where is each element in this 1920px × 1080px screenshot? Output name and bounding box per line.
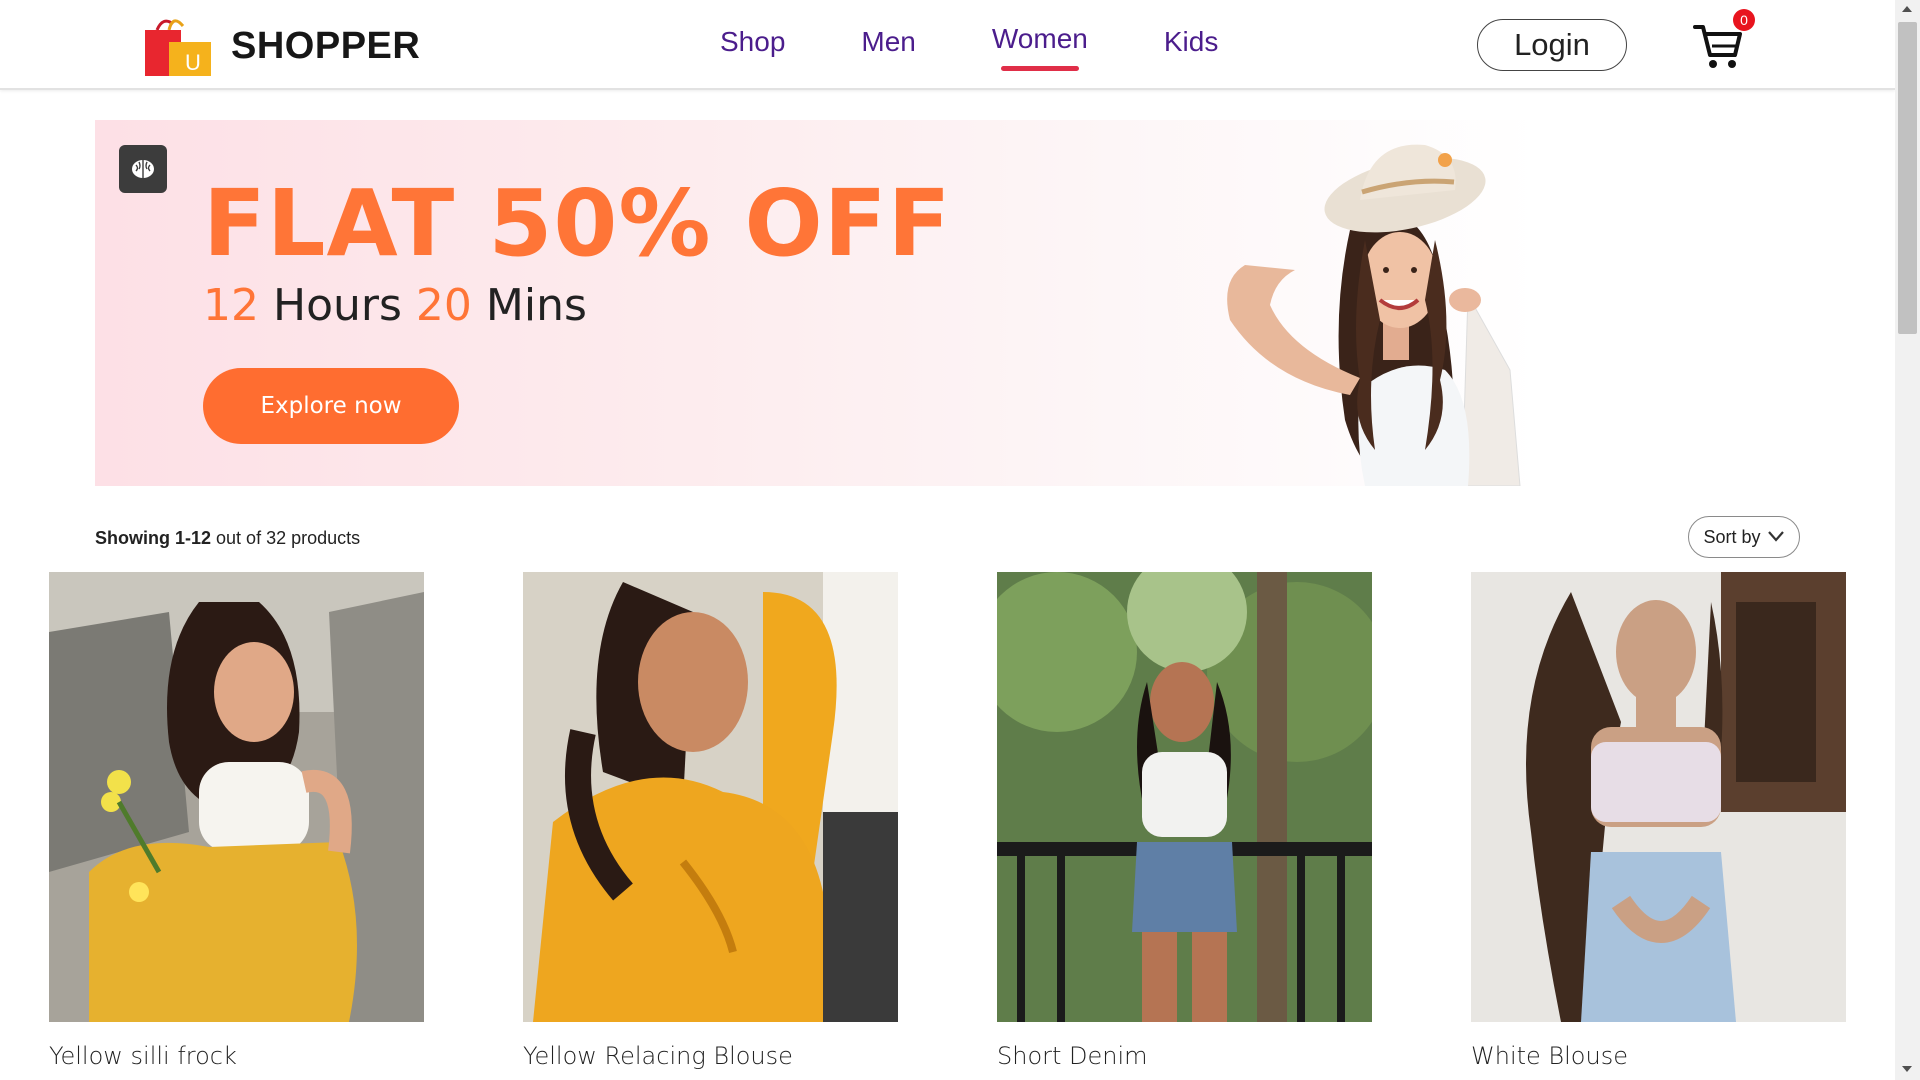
shopping-bag-icon: U [143,14,213,78]
hero-title: FLAT 50% OFF [203,170,952,277]
nav-item-men[interactable]: Men [861,26,915,58]
nav-item-kids[interactable]: Kids [1164,26,1218,58]
page-scrollbar[interactable] [1895,0,1920,1080]
main-nav: Shop Men Women Kids [720,23,1218,71]
product-image[interactable] [997,572,1372,1022]
showing-range: Showing 1-12 [95,528,212,548]
product-count-text: Showing 1-12 out of 32 products [95,528,360,549]
brain-icon[interactable] [119,145,167,193]
nav-item-shop[interactable]: Shop [720,26,785,58]
svg-text:U: U [185,50,201,75]
product-image[interactable] [49,572,424,1022]
product-card[interactable]: Short Denim [997,572,1372,1070]
scrollbar-thumb[interactable] [1898,22,1917,334]
product-image[interactable] [523,572,898,1022]
product-card[interactable]: Yellow Relacing Blouse [523,572,898,1070]
active-nav-underline [1000,66,1079,71]
brand-name: SHOPPER [231,24,421,67]
product-card[interactable]: Yellow silli frock [49,572,424,1070]
brand-logo[interactable]: U SHOPPER [143,14,420,78]
sort-label: Sort by [1703,526,1761,547]
login-button[interactable]: Login [1477,19,1627,71]
scroll-down-arrow-icon[interactable] [1902,1066,1912,1072]
sort-by-button[interactable]: Sort by [1688,516,1800,558]
hero-banner: FLAT 50% OFF 12 Hours 20 Mins Explore no… [95,120,1795,486]
hero-model-image [1200,120,1590,486]
explore-now-button[interactable]: Explore now [203,368,459,444]
hours-label: Hours [273,280,402,331]
product-name[interactable]: Yellow Relacing Blouse [523,1042,898,1070]
product-name[interactable]: White Blouse [1471,1042,1846,1070]
countdown-hours: 12 [203,280,259,331]
cart-count-badge: 0 [1733,9,1755,31]
product-name[interactable]: Short Denim [997,1042,1372,1070]
product-card[interactable]: White Blouse [1471,572,1846,1070]
countdown-text: 12 Hours 20 Mins [203,280,587,331]
nav-item-women[interactable]: Women [992,23,1088,71]
countdown-mins: 20 [415,280,472,331]
product-image[interactable] [1471,572,1846,1022]
site-header: U SHOPPER Shop Men Women Kids Login 0 [0,0,1895,90]
scroll-up-arrow-icon[interactable] [1902,6,1912,12]
mins-label: Mins [485,280,587,331]
showing-total: out of 32 products [216,528,361,548]
product-name[interactable]: Yellow silli frock [49,1042,424,1070]
chevron-down-icon [1767,527,1785,548]
